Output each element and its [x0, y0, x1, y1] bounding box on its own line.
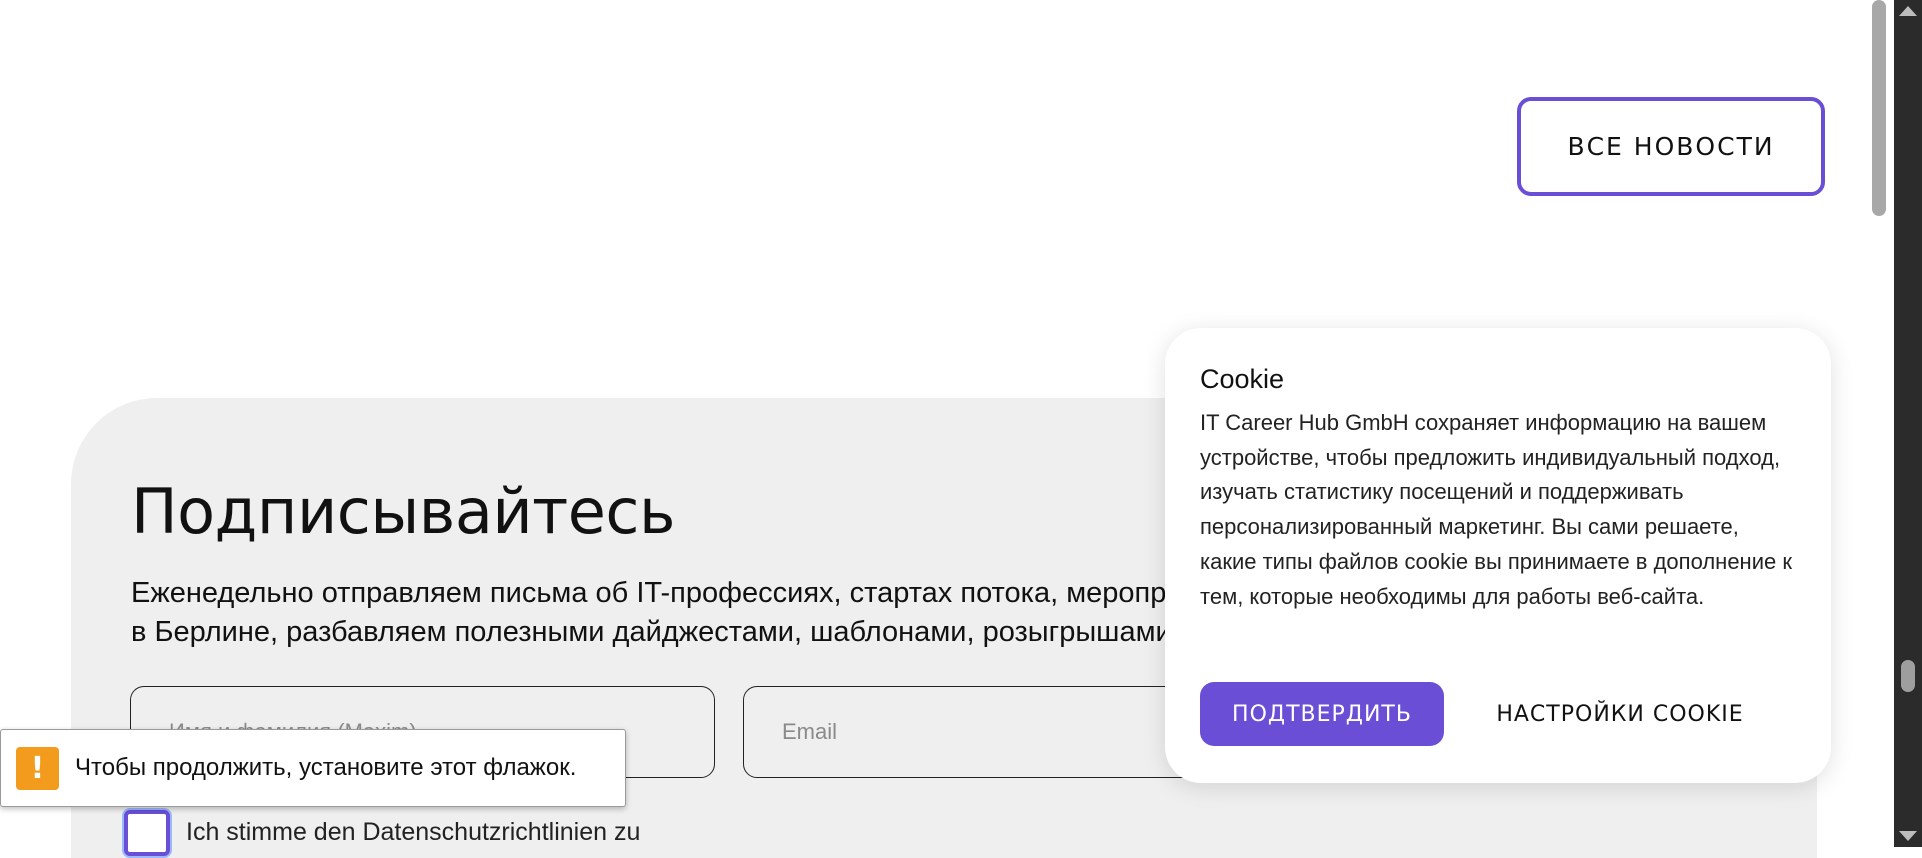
cookie-banner: Cookie IT Career Hub GmbH сохраняет инфо… — [1165, 328, 1831, 783]
all-news-button[interactable]: ВСЕ НОВОСТИ — [1517, 97, 1825, 196]
validation-tooltip: ! Чтобы продолжить, установите этот флаж… — [0, 729, 626, 807]
scroll-up-icon[interactable] — [1899, 6, 1917, 16]
cookie-settings-button[interactable]: НАСТРОЙКИ COOKIE — [1475, 682, 1765, 746]
consent-label: Ich stimme den Datenschutzrichtlinien zu — [186, 818, 641, 846]
cookie-title: Cookie — [1200, 364, 1285, 394]
scrollbar-thumb[interactable] — [1901, 660, 1915, 692]
consent-checkbox[interactable] — [124, 810, 170, 856]
subscribe-description: Еженедельно отправляем письма об IT-проф… — [131, 577, 1258, 648]
scroll-down-icon[interactable] — [1899, 831, 1917, 841]
confirm-cookie-button[interactable]: ПОДТВЕРДИТЬ — [1200, 682, 1444, 746]
scrollbar[interactable] — [1894, 0, 1922, 847]
validation-message: Чтобы продолжить, установите этот флажок… — [75, 754, 577, 781]
warning-icon: ! — [16, 746, 59, 790]
page-scroll-indicator[interactable] — [1872, 0, 1886, 216]
cookie-text: IT Career Hub GmbH сохраняет информацию … — [1200, 410, 1792, 609]
subscribe-title: Подписывайтесь — [131, 475, 676, 548]
